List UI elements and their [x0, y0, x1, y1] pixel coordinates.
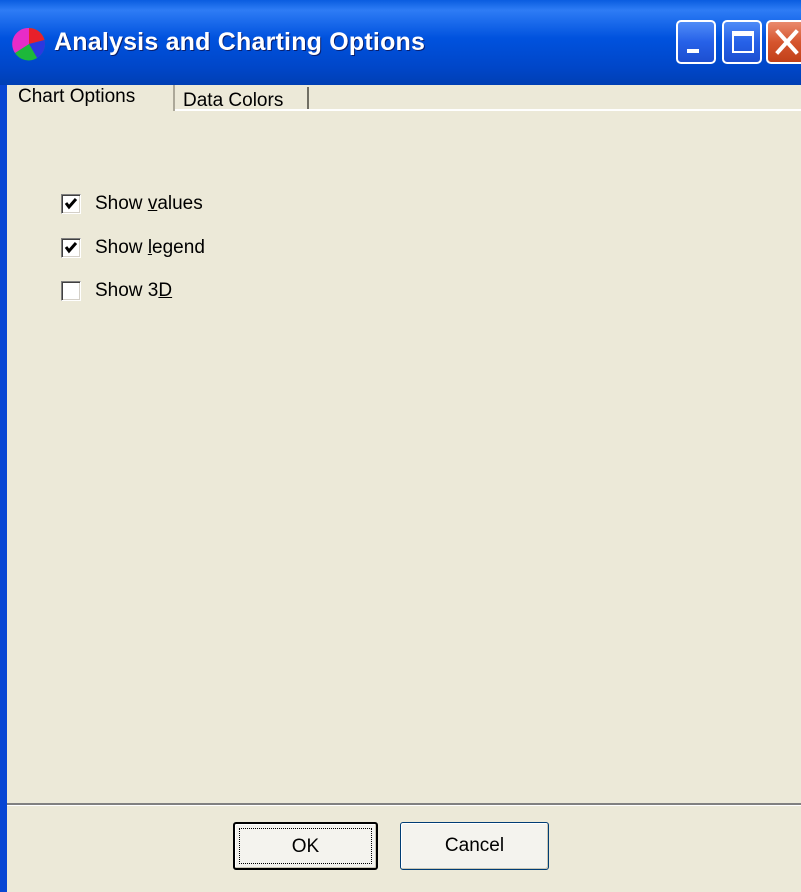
tab-data-colors[interactable]: Data Colors [177, 87, 309, 111]
title-bar[interactable]: Analysis and Charting Options [0, 0, 801, 85]
minimize-icon [687, 49, 699, 53]
tab-chart-options[interactable]: Chart Options [12, 85, 175, 111]
checkmark-icon [64, 242, 78, 254]
window-frame-left [0, 85, 7, 892]
show-3d-label: Show 3D [95, 280, 173, 301]
window-title: Analysis and Charting Options [54, 28, 426, 56]
tab-strip: Chart Options Data Colors [7, 85, 801, 111]
show-legend-checkbox[interactable] [61, 238, 81, 258]
close-button[interactable] [766, 20, 801, 64]
show-legend-label: Show legend [95, 237, 205, 258]
close-icon [775, 29, 799, 55]
checkmark-icon [64, 198, 78, 210]
pie-chart-icon [12, 27, 46, 61]
maximize-icon [732, 31, 754, 53]
minimize-button[interactable] [676, 20, 716, 64]
show-3d-checkbox[interactable] [61, 281, 81, 301]
show-values-label: Show values [95, 193, 203, 214]
ok-button[interactable]: OK [233, 822, 378, 870]
cancel-button[interactable]: Cancel [400, 822, 549, 870]
cancel-button-label: Cancel [444, 835, 505, 856]
focus-rectangle [239, 828, 372, 864]
button-separator [7, 803, 801, 806]
maximize-button[interactable] [722, 20, 762, 64]
show-values-checkbox[interactable] [61, 194, 81, 214]
tab-divider [175, 109, 801, 111]
dialog-body: Chart Options Data Colors Show values Sh… [0, 85, 801, 892]
